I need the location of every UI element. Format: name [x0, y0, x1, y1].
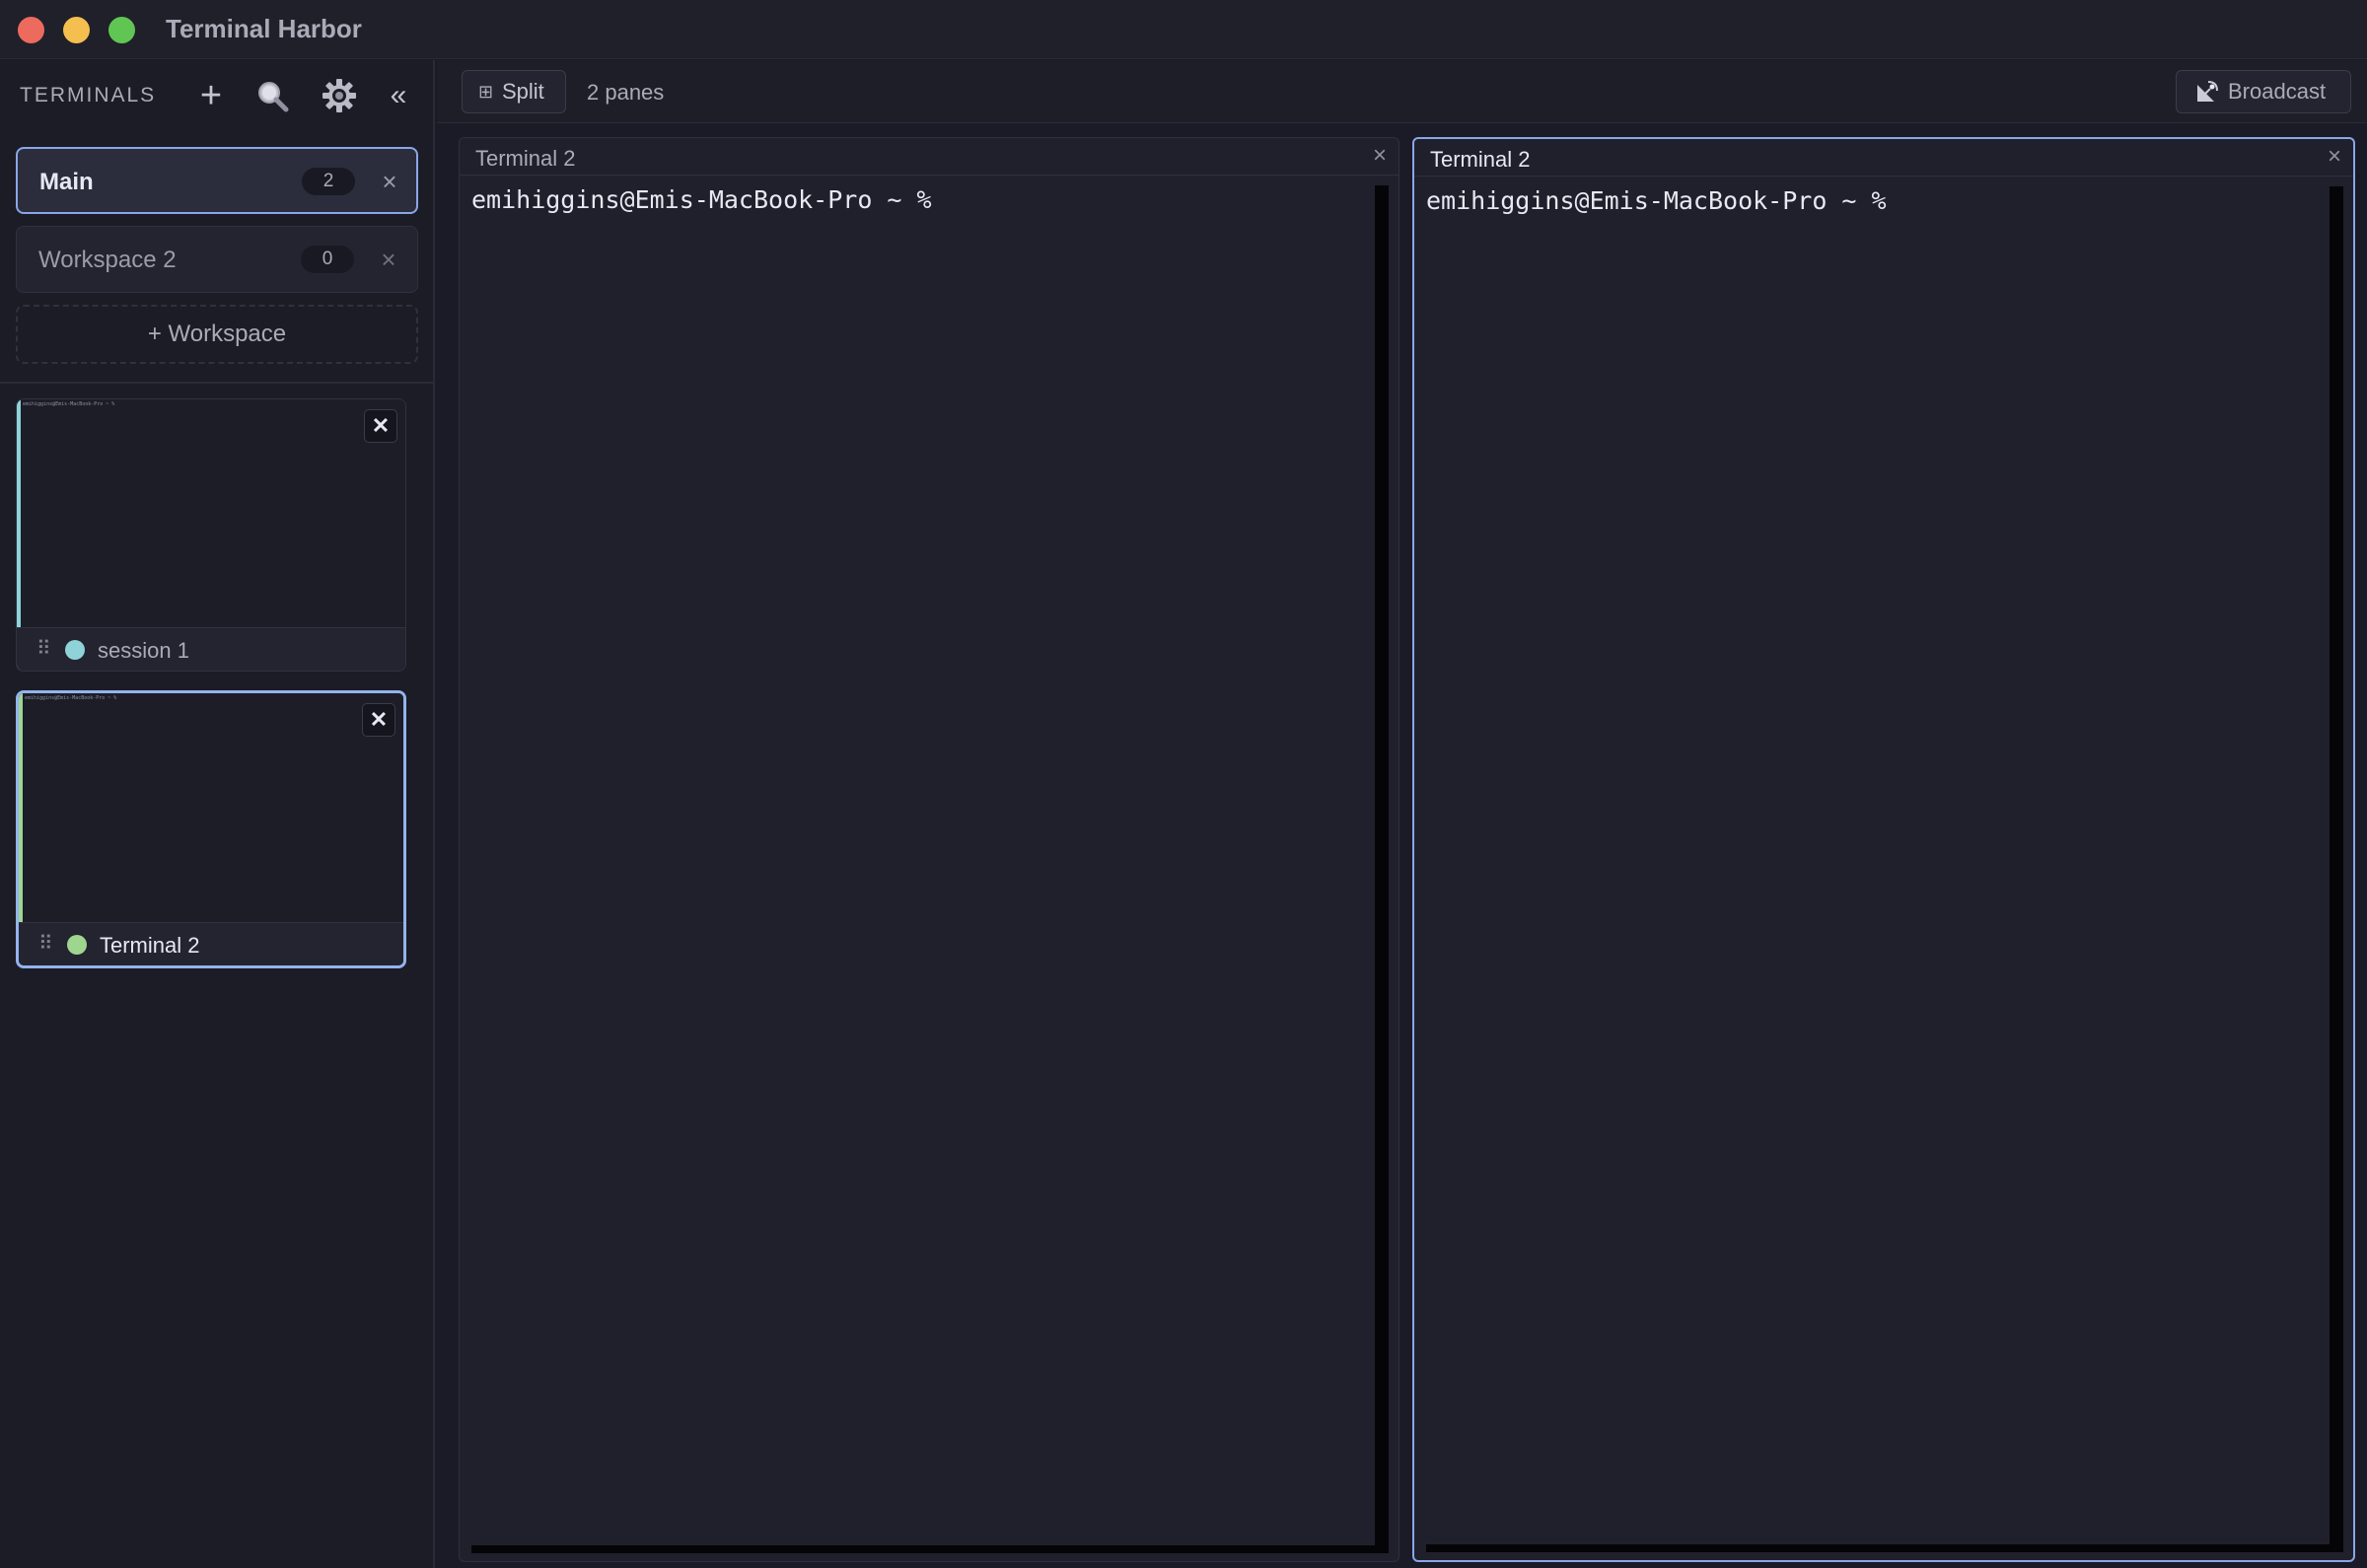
terminal-name: Terminal 2 — [100, 933, 200, 958]
workspace-count-badge: 2 — [302, 168, 355, 195]
vertical-scrollbar[interactable] — [2330, 186, 2343, 1544]
terminal-output[interactable]: emihiggins@Emis-MacBook-Pro ~ % — [471, 185, 1389, 1553]
split-button[interactable]: ⊞ Split — [462, 70, 566, 113]
plus-icon: + — [199, 74, 223, 116]
settings-button[interactable] — [318, 74, 361, 117]
close-terminal-button[interactable]: ✕ — [362, 703, 395, 737]
shell-prompt: emihiggins@Emis-MacBook-Pro ~ % — [471, 185, 932, 214]
grid-icon: ⊞ — [478, 82, 494, 102]
pane-title: Terminal 2 — [1430, 147, 1531, 172]
status-dot — [65, 640, 85, 660]
gear-icon — [323, 79, 356, 112]
search-button[interactable] — [251, 74, 294, 117]
preview-text: emihiggins@Emis-MacBook-Pro ~ % — [25, 695, 117, 701]
sidebar: TERMINALS + « Main 2 × Workspace 2 0 × +… — [0, 60, 435, 1568]
terminal-name: session 1 — [98, 638, 189, 663]
vertical-scrollbar[interactable] — [1375, 185, 1389, 1545]
title-bar: Terminal Harbor — [0, 0, 2367, 59]
terminal-card-terminal-2[interactable]: emihiggins@Emis-MacBook-Pro ~ % ✕ ⠿ Term… — [16, 690, 406, 968]
drag-handle-icon[interactable]: ⠿ — [36, 636, 51, 661]
terminal-card-session-1[interactable]: emihiggins@Emis-MacBook-Pro ~ % ✕ ⠿ sess… — [16, 398, 406, 672]
terminal-pane-2[interactable]: Terminal 2 × emihiggins@Emis-MacBook-Pro… — [1412, 137, 2355, 1562]
pane-title: Terminal 2 — [475, 146, 576, 171]
add-workspace-button[interactable]: + Workspace — [16, 305, 418, 364]
terminal-pane-1[interactable]: Terminal 2 × emihiggins@Emis-MacBook-Pro… — [459, 137, 1399, 1562]
terminal-card-footer: ⠿ session 1 — [17, 627, 405, 671]
app-title: Terminal Harbor — [166, 14, 362, 43]
shell-prompt: emihiggins@Emis-MacBook-Pro ~ % — [1426, 186, 1887, 215]
search-icon — [258, 82, 289, 112]
broadcast-button[interactable]: Broadcast — [2176, 70, 2351, 113]
terminal-output[interactable]: emihiggins@Emis-MacBook-Pro ~ % — [1426, 186, 2343, 1552]
sidebar-divider — [0, 382, 433, 384]
close-workspace-button[interactable]: × — [375, 165, 404, 198]
broadcast-label: Broadcast — [2228, 79, 2327, 104]
window-close-button[interactable] — [18, 17, 44, 43]
pane-header: Terminal 2 × — [1414, 139, 2353, 177]
terminal-preview[interactable]: emihiggins@Emis-MacBook-Pro ~ % — [17, 399, 405, 630]
workspace-2[interactable]: Workspace 2 0 × — [16, 226, 418, 293]
close-terminal-button[interactable]: ✕ — [364, 409, 397, 443]
window-maximize-button[interactable] — [108, 17, 135, 43]
close-workspace-button[interactable]: × — [374, 243, 403, 276]
drag-handle-icon[interactable]: ⠿ — [38, 931, 53, 956]
workspace-count-badge: 0 — [301, 246, 354, 273]
close-pane-button[interactable]: × — [2328, 143, 2341, 171]
window-minimize-button[interactable] — [63, 17, 90, 43]
terminal-card-footer: ⠿ Terminal 2 — [19, 922, 403, 965]
status-dot — [67, 935, 87, 955]
sidebar-header: TERMINALS + « — [0, 60, 433, 133]
terminal-preview[interactable]: emihiggins@Emis-MacBook-Pro ~ % — [19, 693, 403, 924]
preview-text: emihiggins@Emis-MacBook-Pro ~ % — [23, 401, 115, 407]
collapse-sidebar-button[interactable]: « — [377, 74, 420, 117]
split-label: Split — [502, 79, 544, 104]
new-terminal-button[interactable]: + — [189, 74, 233, 117]
horizontal-scrollbar[interactable] — [1426, 1544, 2343, 1552]
workspace-name: Workspace 2 — [38, 247, 177, 273]
pane-toolbar: ⊞ Split 2 panes Broadcast — [437, 60, 2367, 123]
pane-header: Terminal 2 × — [460, 138, 1399, 176]
pane-count: 2 panes — [587, 80, 665, 105]
sidebar-title: TERMINALS — [20, 84, 157, 107]
satellite-icon — [2197, 81, 2218, 102]
close-pane-button[interactable]: × — [1373, 142, 1387, 170]
workspace-main[interactable]: Main 2 × — [16, 147, 418, 214]
workspace-name: Main — [39, 169, 94, 195]
horizontal-scrollbar[interactable] — [471, 1545, 1389, 1553]
